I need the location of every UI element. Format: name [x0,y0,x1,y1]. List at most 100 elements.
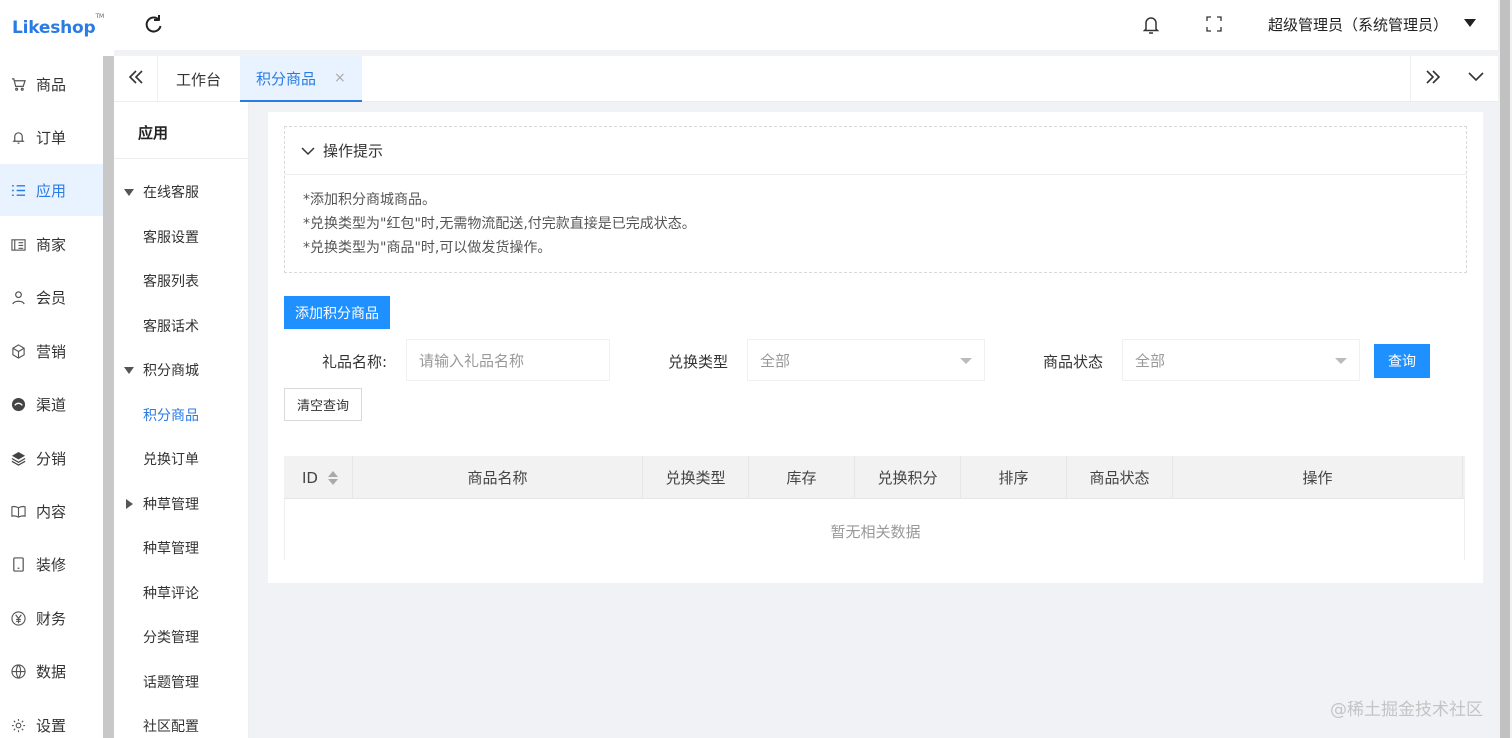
exchange-type-select[interactable]: 全部 [747,339,985,381]
tips-title: 操作提示 [323,142,384,160]
caret-down-icon [124,366,134,374]
notification-bell-icon[interactable] [1142,15,1160,39]
reset-query-button[interactable]: 清空查询 [284,388,362,421]
tablet-icon [10,556,26,572]
sidebar-item-data[interactable]: 数据 [0,645,103,697]
caret-down-icon [124,188,134,196]
sidebar-item-label: 内容 [36,502,67,521]
sidebar-item-orders[interactable]: 订单 [0,111,103,163]
sidebar-item-goods[interactable]: 商品 [0,58,103,110]
tips-header[interactable]: 操作提示 [285,127,1466,175]
store-icon [10,236,26,252]
column-header-actions: 操作 [1173,456,1463,499]
cart-icon [10,76,26,92]
page-scrollbar-thumb[interactable] [1500,0,1510,738]
tabs-next-button[interactable] [1410,56,1454,102]
logo-text: Likeshop [12,18,96,38]
gift-name-placeholder: 请输入礼品名称 [419,351,525,370]
query-button[interactable]: 查询 [1374,344,1430,378]
sidebar-scrollbar[interactable] [103,56,114,738]
submenu-group-label: 在线客服 [143,185,199,201]
sidebar-item-distribution[interactable]: 分销 [0,432,103,484]
main-sidebar: LikeshopTM 商品 订单 应用 商家 会员 营销 渠道 分销 内容 装修 [0,0,114,738]
sort-icon[interactable] [327,470,338,485]
submenu-item-service-list[interactable]: 客服列表 [143,271,199,291]
sidebar-item-marketing[interactable]: 营销 [0,325,103,377]
sidebar-item-label: 应用 [36,181,67,200]
gift-name-input[interactable]: 请输入礼品名称 [406,339,610,381]
goods-table: ID 商品名称 兑换类型 库存 兑换积分 排序 商品状态 操作 暂无相关数据 [284,456,1465,560]
column-header-exchange-type: 兑换类型 [643,456,749,499]
tip-line: *添加积分商城商品。 [303,192,436,208]
sidebar-item-decoration[interactable]: 装修 [0,538,103,590]
submenu-item-service-scripts[interactable]: 客服话术 [143,316,199,336]
submenu-item-grass-manage[interactable]: 种草管理 [143,538,199,558]
goods-status-label: 商品状态 [1043,353,1104,371]
column-header-stock: 库存 [749,456,855,499]
sidebar-item-label: 商家 [36,235,67,254]
tab-points-goods[interactable]: 积分商品 × [240,56,362,102]
column-header-sort: 排序 [961,456,1067,499]
tabs-menu-button[interactable] [1454,56,1498,102]
channel-icon [10,396,26,412]
yen-icon [10,610,26,626]
sidebar-item-label: 会员 [36,288,67,307]
goods-status-select[interactable]: 全部 [1122,339,1360,381]
column-header-status: 商品状态 [1067,456,1173,499]
sidebar-item-label: 财务 [36,609,67,628]
fullscreen-icon[interactable] [1206,16,1222,36]
submenu-item-category-manage[interactable]: 分类管理 [143,627,199,647]
add-points-goods-button[interactable]: 添加积分商品 [284,296,390,329]
top-header: 超级管理员（系统管理员） [114,0,1498,50]
tips-panel: 操作提示 *添加积分商城商品。 *兑换类型为"红包"时,无需物流配送,付完款直接… [284,126,1467,273]
column-header-id[interactable]: ID [284,456,353,499]
globe-icon [10,663,26,679]
sidebar-item-label: 数据 [36,662,67,681]
column-header-name: 商品名称 [353,456,643,499]
user-name[interactable]: 超级管理员（系统管理员） [1268,14,1448,35]
table-body: 暂无相关数据 [284,499,1465,560]
caret-right-icon [126,499,133,509]
table-header: ID 商品名称 兑换类型 库存 兑换积分 排序 商品状态 操作 [284,456,1465,499]
submenu-item-exchange-orders[interactable]: 兑换订单 [143,449,199,469]
tab-label: 积分商品 [256,69,317,88]
logo[interactable]: LikeshopTM [12,13,104,38]
submenu-item-community-config[interactable]: 社区配置 [143,716,199,736]
sidebar-item-settings[interactable]: 设置 [0,699,103,738]
sidebar-item-label: 分销 [36,449,67,468]
main-card: 操作提示 *添加积分商城商品。 *兑换类型为"红包"时,无需物流配送,付完款直接… [268,112,1483,583]
sidebar-item-channels[interactable]: 渠道 [0,378,103,430]
sidebar-item-members[interactable]: 会员 [0,271,103,323]
tab-close-icon[interactable]: × [334,70,346,86]
sidebar-item-finance[interactable]: 财务 [0,592,103,644]
sidebar-item-apps[interactable]: 应用 [0,164,103,216]
submenu-item-topic-manage[interactable]: 话题管理 [143,672,199,692]
sub-menu: 应用 在线客服 客服设置 客服列表 客服话术 积分商城 积分商品 兑换订单 种草… [114,102,249,738]
chevron-down-icon [301,142,315,160]
cube-icon [10,343,26,359]
sidebar-item-content[interactable]: 内容 [0,485,103,537]
submenu-item-service-settings[interactable]: 客服设置 [143,227,199,247]
dropdown-arrow-icon [1335,358,1347,364]
watermark: @稀土掘金技术社区 [1330,700,1483,720]
submenu-item-grass-comments[interactable]: 种草评论 [143,583,199,603]
user-dropdown-icon[interactable] [1464,19,1476,27]
tab-workbench[interactable]: 工作台 [160,56,237,102]
sidebar-item-merchant[interactable]: 商家 [0,218,103,270]
submenu-title: 应用 [138,124,169,142]
layers-icon [10,450,26,466]
tabs-prev-button[interactable] [114,56,158,102]
column-header-exchange-points: 兑换积分 [855,456,961,499]
submenu-item-points-goods[interactable]: 积分商品 [143,405,199,425]
submenu-group-online-service[interactable]: 在线客服 [124,182,199,202]
page-scrollbar[interactable] [1498,0,1512,738]
sidebar-item-label: 设置 [36,716,67,735]
submenu-group-points-mall[interactable]: 积分商城 [124,360,199,380]
chevron-down-icon [1467,71,1485,87]
exchange-type-label: 兑换类型 [668,353,729,371]
gear-icon [10,717,26,733]
divider [114,158,249,159]
refresh-icon[interactable] [142,13,164,39]
submenu-group-grass[interactable]: 种草管理 [124,494,199,514]
sidebar-item-label: 营销 [36,342,67,361]
